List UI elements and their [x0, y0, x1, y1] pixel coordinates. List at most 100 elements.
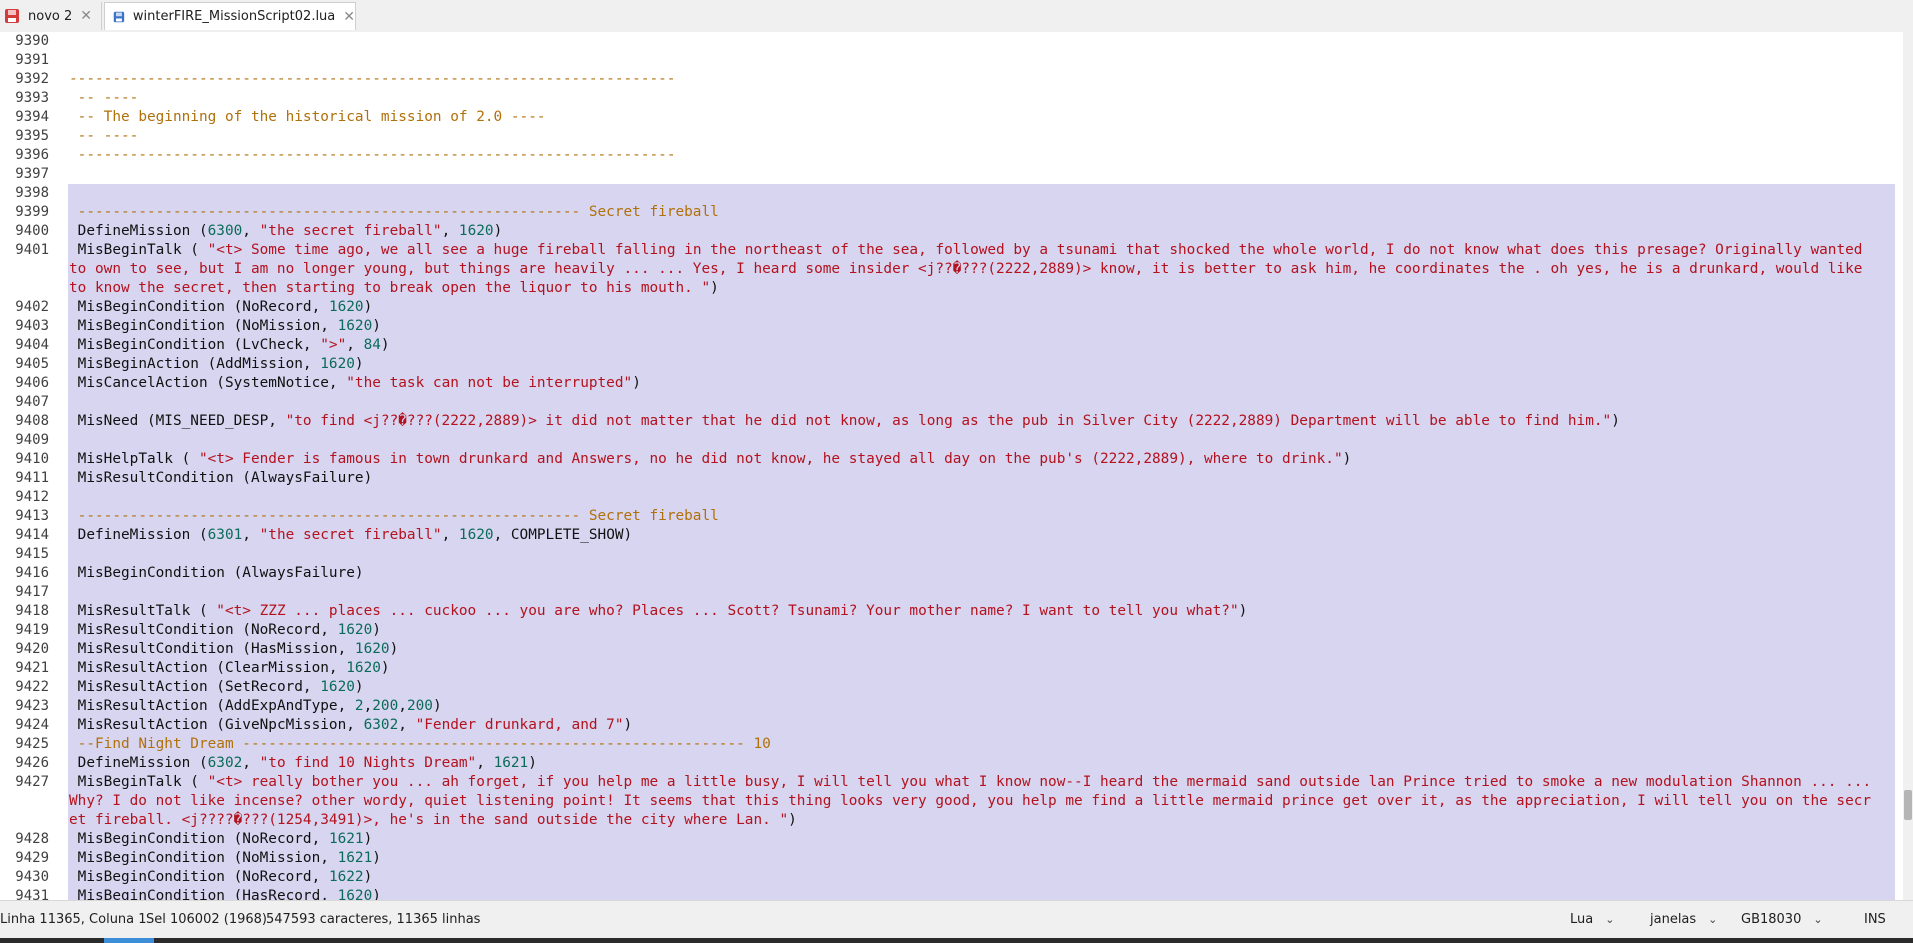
line-number: 9430 — [15, 869, 49, 885]
code-token: ) — [354, 679, 364, 695]
code-line[interactable]: 9412 — [0, 488, 1895, 507]
taskbar-strip — [0, 938, 1913, 943]
code-text: DefineMission (6301, "the secret firebal… — [69, 526, 1879, 545]
close-icon[interactable]: ✕ — [80, 8, 92, 24]
code-token: , — [398, 698, 407, 714]
code-line[interactable]: 9396 -----------------------------------… — [0, 146, 1895, 165]
code-line[interactable]: 9414 DefineMission (6301, "the secret fi… — [0, 526, 1895, 545]
code-token: ) — [623, 717, 633, 733]
code-line[interactable]: 9390 — [0, 32, 1895, 51]
code-text: MisBeginCondition (NoRecord, 1621) — [69, 830, 1879, 849]
code-token: MisResultAction (SetRecord, — [69, 679, 321, 695]
code-line[interactable]: 9404 MisBeginCondition (LvCheck, ">", 84… — [0, 336, 1895, 355]
tab-winterfire-missionscript[interactable]: winterFIRE_MissionScript02.lua ✕ — [104, 2, 356, 30]
code-line[interactable]: 9415 — [0, 545, 1895, 564]
code-text: MisResultTalk ( "<t> ZZZ ... places ... … — [69, 602, 1879, 621]
code-line[interactable]: 9421 MisResultAction (ClearMission, 1620… — [0, 659, 1895, 678]
line-number: 9406 — [15, 375, 49, 391]
code-line[interactable]: 9401 MisBeginTalk ( "<t> Some time ago, … — [0, 241, 1895, 298]
encoding-selector[interactable]: GB18030 ⌄ — [1741, 901, 1823, 939]
code-text: MisBeginCondition (NoRecord, 1622) — [69, 868, 1879, 887]
line-number: 9431 — [15, 888, 49, 900]
line-number: 9397 — [15, 166, 49, 182]
code-line[interactable]: 9427 MisBeginTalk ( "<t> really bother y… — [0, 773, 1895, 830]
code-line[interactable]: 9423 MisResultAction (AddExpAndType, 2,2… — [0, 697, 1895, 716]
code-line[interactable]: 9398 — [0, 184, 1895, 203]
code-line[interactable]: 9410 MisHelpTalk ( "<t> Fender is famous… — [0, 450, 1895, 469]
code-line[interactable]: 9393 -- ---- — [0, 89, 1895, 108]
number-token: 200 — [372, 698, 399, 714]
code-line[interactable]: 9395 -- ---- — [0, 127, 1895, 146]
code-line[interactable]: 9400 DefineMission (6300, "the secret fi… — [0, 222, 1895, 241]
language-selector[interactable]: Lua ⌄ — [1570, 901, 1614, 939]
code-text: MisBeginCondition (NoRecord, 1620) — [69, 298, 1879, 317]
code-token: ) — [363, 831, 373, 847]
code-line[interactable]: 9431 MisBeginCondition (HasRecord, 1620) — [0, 887, 1895, 900]
string-token: "the secret fireball" — [259, 527, 442, 543]
code-line[interactable]: 9411 MisResultCondition (AlwaysFailure) — [0, 469, 1895, 488]
line-number: 9427 — [15, 774, 49, 790]
code-text: MisBeginCondition (LvCheck, ">", 84) — [69, 336, 1879, 355]
line-number: 9418 — [15, 603, 49, 619]
line-ending-label: janelas — [1650, 912, 1697, 927]
code-line[interactable]: 9394 -- The beginning of the historical … — [0, 108, 1895, 127]
selection-highlight — [68, 393, 1895, 412]
code-line[interactable]: 9413 -----------------------------------… — [0, 507, 1895, 526]
number-token: 1620 — [328, 299, 364, 315]
code-line[interactable]: 9417 — [0, 583, 1895, 602]
code-line[interactable]: 9418 MisResultTalk ( "<t> ZZZ ... places… — [0, 602, 1895, 621]
comment-token: ----------------------------------------… — [69, 71, 676, 87]
code-line[interactable]: 9391 — [0, 51, 1895, 70]
vertical-scrollbar[interactable] — [1903, 32, 1913, 900]
code-line[interactable]: 9428 MisBeginCondition (NoRecord, 1621) — [0, 830, 1895, 849]
code-line[interactable]: 9403 MisBeginCondition (NoMission, 1620) — [0, 317, 1895, 336]
number-token: 1622 — [328, 869, 364, 885]
close-icon[interactable]: ✕ — [343, 9, 355, 25]
number-token: 1620 — [337, 888, 373, 900]
code-token: MisResultAction (ClearMission, — [69, 660, 347, 676]
line-number: 9402 — [15, 299, 49, 315]
comment-token: -- ---- — [69, 128, 139, 144]
string-token: "Fender drunkard, and 7" — [415, 717, 624, 733]
code-token: ) — [632, 375, 641, 391]
code-text: MisResultAction (GiveNpcMission, 6302, "… — [69, 716, 1879, 735]
line-ending-selector[interactable]: janelas ⌄ — [1650, 901, 1717, 939]
code-line[interactable]: 9419 MisResultCondition (NoRecord, 1620) — [0, 621, 1895, 640]
code-line[interactable]: 9416 MisBeginCondition (AlwaysFailure) — [0, 564, 1895, 583]
line-number: 9393 — [15, 90, 49, 106]
code-line[interactable]: 9425 --Find Night Dream ----------------… — [0, 735, 1895, 754]
code-line[interactable]: 9424 MisResultAction (GiveNpcMission, 63… — [0, 716, 1895, 735]
code-line[interactable]: 9430 MisBeginCondition (NoRecord, 1622) — [0, 868, 1895, 887]
insert-mode-indicator[interactable]: INS — [1864, 901, 1886, 939]
code-line[interactable]: 9429 MisBeginCondition (NoMission, 1621) — [0, 849, 1895, 868]
code-line[interactable]: 9397 — [0, 165, 1895, 184]
code-line[interactable]: 9407 — [0, 393, 1895, 412]
code-line[interactable]: 9422 MisResultAction (SetRecord, 1620) — [0, 678, 1895, 697]
code-line[interactable]: 9426 DefineMission (6302, "to find 10 Ni… — [0, 754, 1895, 773]
file-saved-icon — [113, 11, 125, 22]
code-line[interactable]: 9408 MisNeed (MIS_NEED_DESP, "to find <j… — [0, 412, 1895, 431]
code-line[interactable]: 9402 MisBeginCondition (NoRecord, 1620) — [0, 298, 1895, 317]
line-number: 9400 — [15, 223, 49, 239]
code-token: ) — [363, 299, 373, 315]
chevron-down-icon: ⌄ — [1605, 913, 1615, 926]
tab-novo-2[interactable]: novo 2 ✕ — [0, 2, 102, 30]
code-token: , — [242, 527, 260, 543]
number-token: 1620 — [458, 527, 494, 543]
code-line[interactable]: 9399 -----------------------------------… — [0, 203, 1895, 222]
code-token: MisResultTalk ( — [69, 603, 217, 619]
code-line[interactable]: 9405 MisBeginAction (AddMission, 1620) — [0, 355, 1895, 374]
line-number: 9421 — [15, 660, 49, 676]
number-token: 1621 — [328, 831, 364, 847]
code-editor[interactable]: 9390 9391 9392 ----------------------------… — [0, 32, 1903, 900]
line-number: 9395 — [15, 128, 49, 144]
code-line[interactable]: 9392 ------------------------------------… — [0, 70, 1895, 89]
code-text: MisBeginCondition (AlwaysFailure) — [69, 564, 1879, 583]
line-number: 9429 — [15, 850, 49, 866]
code-line[interactable]: 9409 — [0, 431, 1895, 450]
scrollbar-thumb[interactable] — [1904, 790, 1912, 820]
code-text: MisResultCondition (AlwaysFailure) — [69, 469, 1879, 488]
code-line[interactable]: 9406 MisCancelAction (SystemNotice, "the… — [0, 374, 1895, 393]
code-token: , — [398, 717, 416, 733]
code-line[interactable]: 9420 MisResultCondition (HasMission, 162… — [0, 640, 1895, 659]
